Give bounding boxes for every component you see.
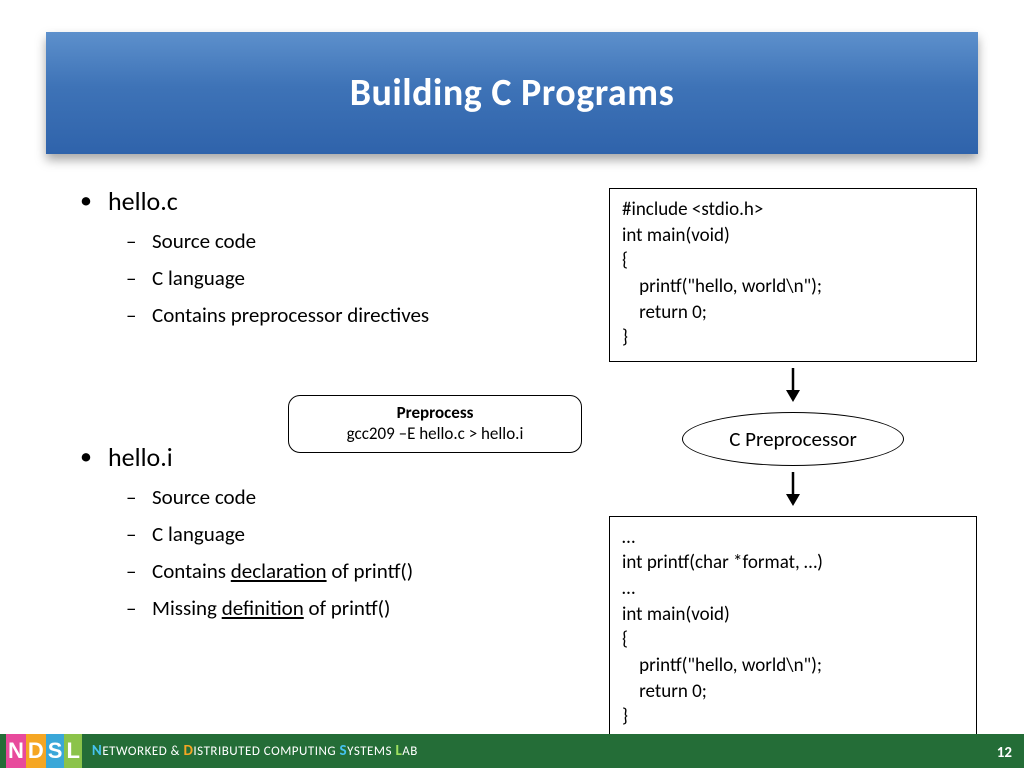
bullet-hello-c: hello.c Source code C language Contains …: [80, 185, 580, 333]
preprocessor-node: C Preprocessor: [682, 412, 904, 466]
code-box-output: … int printf(char *format, …) … int main…: [609, 516, 977, 741]
preprocess-command: gcc209 –E hello.c > hello.i: [299, 423, 571, 444]
sub-item: Source code: [126, 223, 580, 260]
preprocess-title: Preprocess: [299, 402, 571, 423]
arrow-down-icon: [784, 470, 802, 512]
slide-title: Building C Programs: [350, 70, 675, 116]
sub-item: Contains preprocessor directives: [126, 297, 580, 334]
sub-item: C language: [126, 516, 580, 553]
sub-item: C language: [126, 260, 580, 297]
slide: Building C Programs hello.c Source code …: [0, 0, 1024, 768]
sub-item: Source code: [126, 479, 580, 516]
bullet-head: hello.i: [108, 441, 173, 473]
title-bar: Building C Programs: [46, 32, 978, 154]
code-box-source: #include <stdio.h> int main(void) { prin…: [609, 188, 977, 362]
preprocess-box: Preprocess gcc209 –E hello.c > hello.i: [288, 395, 582, 453]
page-number: 12: [997, 744, 1012, 762]
ndsl-logo: N D S L: [6, 734, 82, 768]
sub-item: Missing definition of printf(): [126, 590, 580, 627]
flowchart: #include <stdio.h> int main(void) { prin…: [598, 188, 988, 741]
footer-text: NETWORKED & DISTRIBUTED COMPUTING SYSTEM…: [92, 742, 418, 760]
arrow-down-icon: [784, 366, 802, 408]
bullet-head: hello.c: [108, 185, 178, 217]
bullet-hello-i: hello.i Source code C language Contains …: [80, 441, 580, 626]
footer: N D S L NETWORKED & DISTRIBUTED COMPUTIN…: [0, 734, 1024, 768]
sub-item: Contains declaration of printf(): [126, 553, 580, 590]
